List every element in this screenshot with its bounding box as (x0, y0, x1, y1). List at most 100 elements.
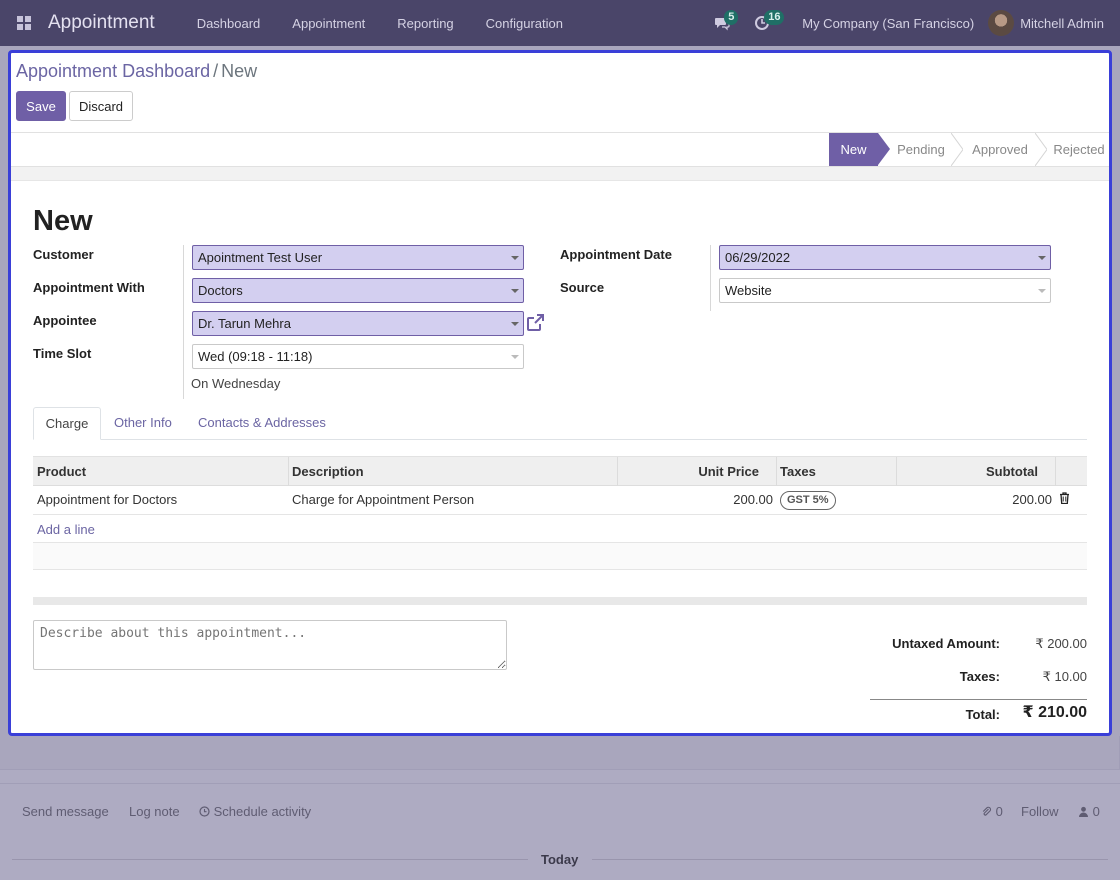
customer-label: Customer (33, 247, 94, 262)
clock-icon (199, 806, 210, 817)
source-field[interactable]: Website (719, 278, 1051, 303)
messages-count-badge: 5 (724, 10, 739, 25)
column-unit-price[interactable]: Unit Price (633, 457, 759, 486)
stage-rejected[interactable]: Rejected (1049, 133, 1109, 166)
delete-line-button[interactable] (1059, 486, 1070, 515)
add-line-link[interactable]: Add a line (37, 522, 95, 537)
dropdown-caret-icon (1038, 256, 1046, 260)
sheet-bottom (0, 736, 1120, 770)
group-divider (183, 245, 184, 399)
menu-dashboard[interactable]: Dashboard (181, 16, 277, 31)
user-icon (1079, 806, 1088, 817)
form-sheet: New Customer Appointment With Appointee … (11, 181, 1109, 733)
appointment-date-value: 06/29/2022 (725, 250, 791, 265)
form-view: Appointment Dashboard / New Save Discard N… (8, 50, 1112, 736)
cell-subtotal: 200.00 (1012, 492, 1052, 507)
untaxed-amount-value: ₹ 200.00 (1035, 636, 1087, 651)
follow-button[interactable]: Follow (1021, 804, 1059, 819)
total-label: Total: (965, 707, 1000, 722)
activities-count-badge: 16 (764, 10, 785, 25)
stage-pending[interactable]: Pending (891, 133, 951, 166)
column-description[interactable]: Description (292, 457, 364, 486)
stage-separator (951, 133, 963, 166)
time-slot-note: On Wednesday (191, 376, 281, 391)
top-navbar: Appointment Dashboard Appointment Report… (0, 0, 1120, 46)
time-slot-field[interactable]: Wed (09:18 - 11:18) (192, 344, 524, 369)
user-avatar[interactable] (988, 10, 1015, 36)
lines-table-header: Product Description Unit Price Taxes Sub… (33, 456, 1087, 486)
source-value: Website (725, 283, 772, 298)
appointment-date-label: Appointment Date (560, 247, 672, 262)
dropdown-caret-icon (511, 289, 519, 293)
dropdown-caret-icon (511, 355, 519, 359)
column-divider (776, 457, 777, 486)
followers-count: 0 (1092, 804, 1100, 819)
apps-menu-icon[interactable] (0, 0, 48, 46)
send-message-button[interactable]: Send message (22, 804, 109, 819)
column-product[interactable]: Product (37, 457, 86, 486)
taxes-value: ₹ 10.00 (1042, 669, 1087, 684)
schedule-activity-button[interactable]: Schedule activity (199, 804, 311, 819)
cell-unit-price: 200.00 (733, 492, 773, 507)
record-title: New (33, 205, 93, 237)
today-divider (592, 859, 1108, 860)
status-bar: New Pending Approved Rejected (11, 132, 1109, 167)
attachments-count: 0 (995, 804, 1003, 819)
company-switcher[interactable]: My Company (San Francisco) (802, 16, 974, 31)
totals-divider (870, 699, 1087, 700)
tab-contacts-addresses[interactable]: Contacts & Addresses (198, 407, 326, 440)
user-menu[interactable]: Mitchell Admin (1020, 16, 1104, 31)
column-taxes[interactable]: Taxes (780, 457, 816, 486)
table-row[interactable]: Appointment for Doctors Charge for Appoi… (33, 486, 1087, 515)
tab-charge[interactable]: Charge (33, 407, 101, 440)
appointee-value: Dr. Tarun Mehra (198, 316, 291, 331)
customer-field[interactable]: Apointment Test User (192, 245, 524, 270)
external-link-icon (527, 314, 544, 331)
time-slot-label: Time Slot (33, 346, 92, 361)
appointment-date-field[interactable]: 06/29/2022 (719, 245, 1051, 270)
messages-systray[interactable]: 5 (702, 0, 742, 46)
source-label: Source (560, 280, 605, 295)
notes-textarea[interactable] (33, 620, 507, 670)
today-separator-label: Today (541, 852, 579, 867)
column-divider (617, 457, 618, 486)
tax-tag: GST 5% (780, 491, 836, 510)
schedule-activity-label: Schedule activity (213, 804, 312, 819)
external-link-button[interactable] (525, 313, 545, 336)
breadcrumb-separator: / (213, 61, 219, 81)
activities-systray[interactable]: 16 (742, 0, 785, 46)
stage-approved[interactable]: Approved (965, 133, 1035, 166)
app-brand[interactable]: Appointment (48, 12, 155, 34)
menu-reporting[interactable]: Reporting (381, 16, 469, 31)
column-divider (1055, 457, 1056, 486)
dropdown-caret-icon (1038, 289, 1046, 293)
paperclip-icon (982, 806, 992, 816)
menu-configuration[interactable]: Configuration (470, 16, 579, 31)
stage-new[interactable]: New (829, 133, 890, 166)
log-note-button[interactable]: Log note (129, 804, 180, 819)
appointment-with-label: Appointment With (33, 280, 145, 295)
attachments-button[interactable]: 0 (981, 804, 1003, 819)
empty-table-row (33, 543, 1087, 570)
discard-button[interactable]: Discard (69, 91, 133, 121)
breadcrumb: Appointment Dashboard / New (16, 61, 257, 82)
menu-appointment[interactable]: Appointment (276, 16, 381, 31)
add-line-row: Add a line (33, 515, 1087, 543)
group-divider (710, 245, 711, 311)
breadcrumb-parent[interactable]: Appointment Dashboard (16, 61, 210, 81)
dropdown-caret-icon (511, 256, 519, 260)
sheet-background (11, 167, 1109, 181)
followers-button[interactable]: 0 (1078, 804, 1100, 819)
appointment-with-field[interactable]: Doctors (192, 278, 524, 303)
tab-other-info[interactable]: Other Info (114, 407, 172, 440)
appointment-with-value: Doctors (198, 283, 243, 298)
column-subtotal[interactable]: Subtotal (913, 457, 1038, 486)
table-footer (33, 597, 1087, 605)
customer-value: Apointment Test User (198, 250, 323, 265)
save-button[interactable]: Save (16, 91, 66, 121)
appointee-field[interactable]: Dr. Tarun Mehra (192, 311, 524, 336)
chatter-divider (0, 783, 1120, 784)
column-divider (288, 457, 289, 486)
dropdown-caret-icon (511, 322, 519, 326)
taxes-label: Taxes: (959, 669, 1000, 684)
